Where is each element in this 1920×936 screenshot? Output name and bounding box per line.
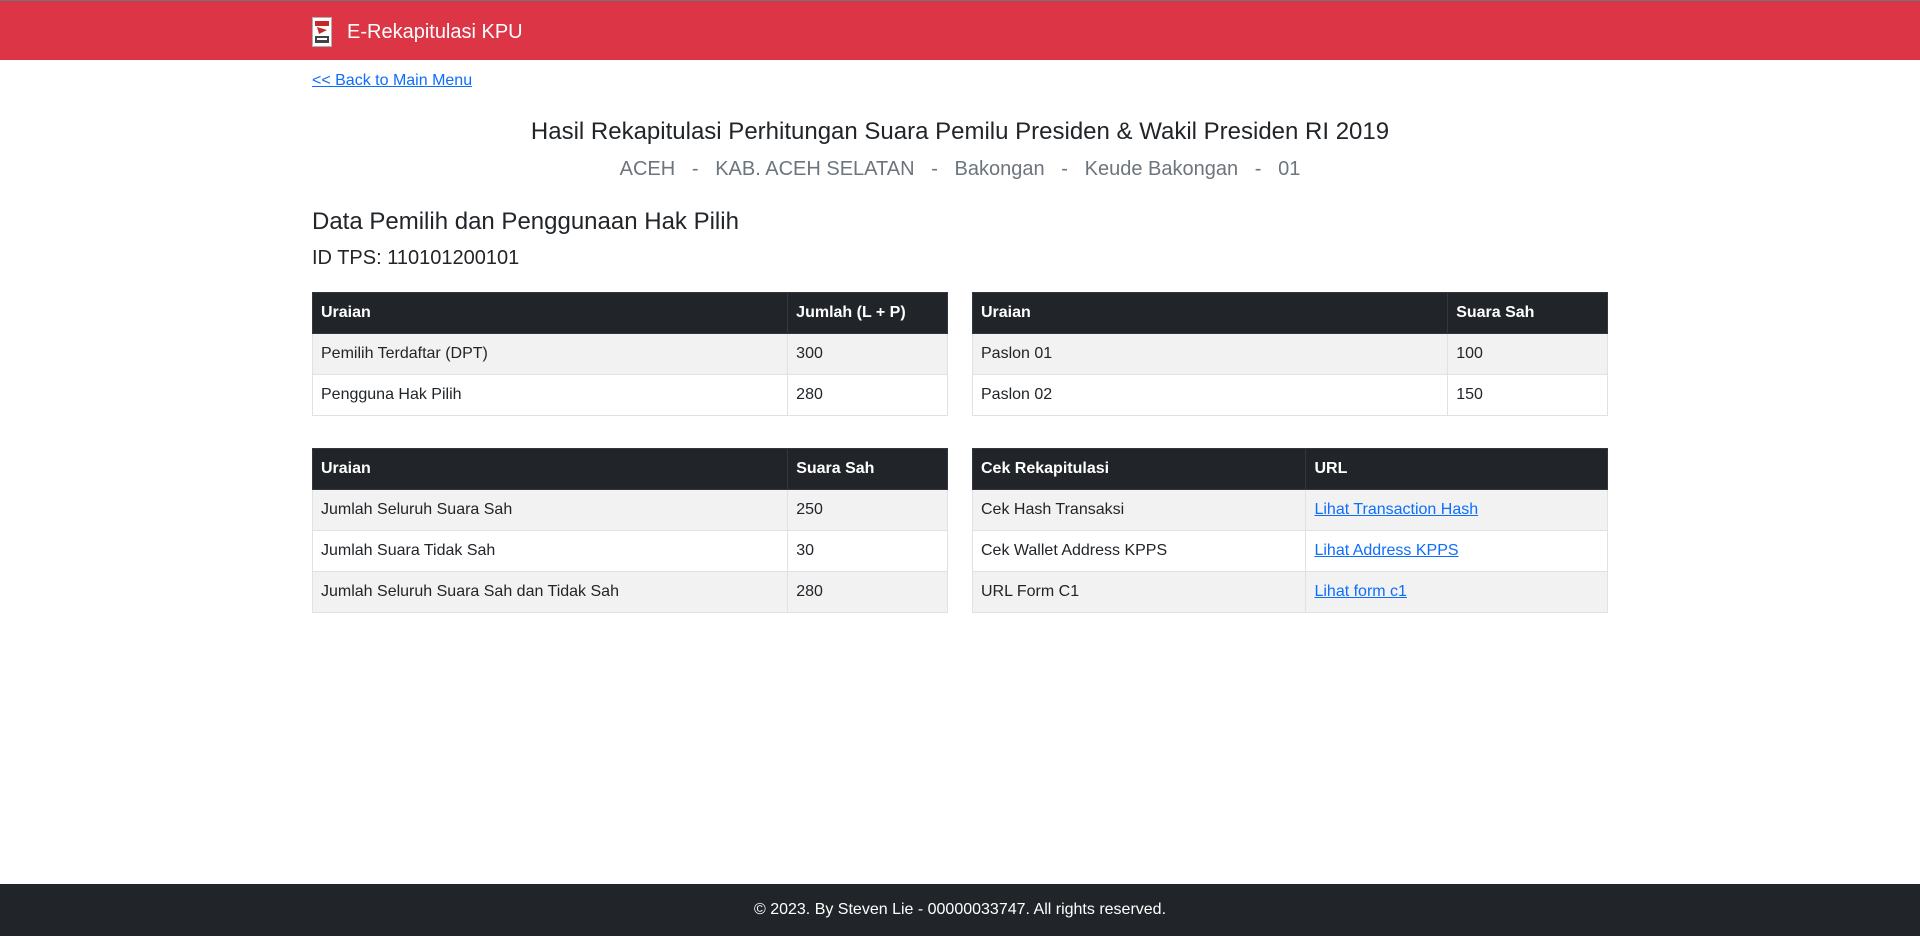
column-header: Uraian [311,448,789,490]
table-row: Cek Hash Transaksi Lihat Transaction Has… [971,489,1608,531]
row-label: Paslon 01 [971,333,1449,375]
form-c1-link[interactable]: Lihat form c1 [1314,583,1406,600]
column-header: Cek Rekapitulasi [971,448,1307,490]
row-value: 250 [787,489,948,531]
table-row: Paslon 02 150 [971,374,1608,416]
location-province: ACEH [619,158,676,180]
footer-copyright: © 2023. By Steven Lie - 00000033747. All… [753,901,1167,918]
table-row: Paslon 01 100 [971,333,1608,375]
row-label: Cek Hash Transaksi [971,489,1307,531]
votes-table: Uraian Suara Sah Jumlah Seluruh Suara Sa… [311,448,948,613]
location-tps: 01 [1278,158,1301,180]
row-value: 280 [787,374,948,416]
back-to-main-menu-link[interactable]: << Back to Main Menu [312,70,472,92]
location-breadcrumb: ACEH - KAB. ACEH SELATAN - Bakongan - Ke… [0,155,1920,183]
brand-title: E-Rekapitulasi KPU [347,21,523,43]
row-value: 100 [1447,333,1608,375]
location-separator: - [931,158,938,180]
row-link-cell: Lihat form c1 [1305,571,1608,613]
location-separator: - [1061,158,1068,180]
row-label: Jumlah Suara Tidak Sah [311,530,789,572]
row-label: Jumlah Seluruh Suara Sah [311,489,789,531]
table-row: Jumlah Seluruh Suara Sah 250 [311,489,948,531]
row-value: 300 [787,333,948,375]
row-label: Pengguna Hak Pilih [311,374,789,416]
location-separator: - [691,158,699,180]
table-row: Jumlah Suara Tidak Sah 30 [311,530,948,572]
table-header-row: Uraian Jumlah (L + P) [311,292,948,334]
row-link-cell: Lihat Transaction Hash [1305,489,1608,531]
location-regency: KAB. ACEH SELATAN [715,158,915,180]
table-header-row: Uraian Suara Sah [971,292,1608,334]
row-value: 30 [787,530,948,572]
row-link-cell: Lihat Address KPPS [1305,530,1608,572]
row-label: Cek Wallet Address KPPS [971,530,1307,572]
row-value: 280 [787,571,948,613]
page-title: Hasil Rekapitulasi Perhitungan Suara Pem… [530,118,1390,145]
column-header: URL [1305,448,1608,490]
table-row: Pengguna Hak Pilih 280 [311,374,948,416]
check-table: Cek Rekapitulasi URL Cek Hash Transaksi … [971,448,1608,613]
table-header-row: Uraian Suara Sah [311,448,948,490]
column-header: Uraian [311,292,789,334]
table-row: URL Form C1 Lihat form c1 [971,571,1608,613]
column-header: Suara Sah [1447,292,1608,334]
transaction-hash-link[interactable]: Lihat Transaction Hash [1314,501,1478,518]
kpps-address-link[interactable]: Lihat Address KPPS [1314,542,1458,559]
column-header: Suara Sah [787,448,948,490]
location-village: Keude Bakongan [1084,158,1239,180]
row-label: Paslon 02 [971,374,1449,416]
table-row: Pemilih Terdaftar (DPT) 300 [311,333,948,375]
column-header: Uraian [971,292,1449,334]
candidates-table: Uraian Suara Sah Paslon 01 100 Paslon 02… [971,292,1608,416]
voters-table: Uraian Jumlah (L + P) Pemilih Terdaftar … [311,292,948,416]
row-label: URL Form C1 [971,571,1307,613]
footer: © 2023. By Steven Lie - 00000033747. All… [0,884,1920,936]
brand-link[interactable]: E-Rekapitulasi KPU [312,17,523,47]
navbar: E-Rekapitulasi KPU [0,0,1920,60]
row-label: Jumlah Seluruh Suara Sah dan Tidak Sah [311,571,789,613]
tps-id: ID TPS: 110101200101 [312,247,520,269]
location-district: Bakongan [954,158,1045,180]
location-separator: - [1254,158,1262,180]
section-heading: Data Pemilih dan Penggunaan Hak Pilih [312,208,739,235]
table-header-row: Cek Rekapitulasi URL [971,448,1608,490]
table-row: Cek Wallet Address KPPS Lihat Address KP… [971,530,1608,572]
row-label: Pemilih Terdaftar (DPT) [311,333,789,375]
ballot-box-logo-icon [312,17,332,47]
row-value: 150 [1447,374,1608,416]
column-header: Jumlah (L + P) [787,292,948,334]
table-row: Jumlah Seluruh Suara Sah dan Tidak Sah 2… [311,571,948,613]
